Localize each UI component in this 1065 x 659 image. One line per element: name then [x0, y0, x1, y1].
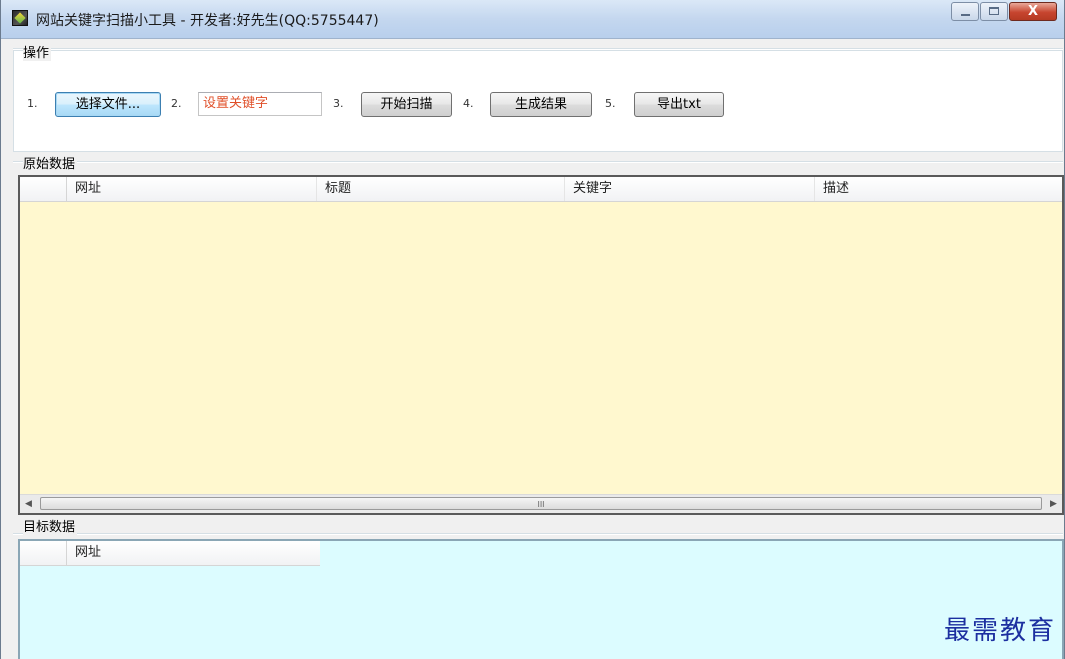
generate-result-button[interactable]: 生成结果: [490, 92, 592, 117]
target-group-border: [13, 533, 1063, 535]
source-grid-horizontal-scrollbar[interactable]: ◀ III ▶: [20, 494, 1062, 513]
app-icon: [12, 10, 28, 26]
step-number-2: 2.: [171, 97, 182, 110]
export-txt-button[interactable]: 导出txt: [634, 92, 724, 117]
column-header-url[interactable]: 网址: [67, 177, 317, 201]
step-number-5: 5.: [605, 97, 616, 110]
target-data-grid[interactable]: 网址: [18, 539, 1064, 659]
window-title: 网站关键字扫描小工具 - 开发者:好先生(QQ:5755447): [36, 13, 379, 29]
source-group-label: 原始数据: [23, 153, 78, 172]
watermark-text: 最需教育: [943, 616, 1056, 646]
scrollbar-thumb[interactable]: III: [40, 497, 1042, 510]
target-grid-body[interactable]: [20, 566, 1062, 659]
column-header-title[interactable]: 标题: [317, 177, 565, 201]
column-header-keywords[interactable]: 关键字: [565, 177, 815, 201]
keyword-input[interactable]: 设置关键字: [198, 92, 322, 116]
target-group-label: 目标数据: [23, 516, 78, 535]
step-number-4: 4.: [463, 97, 474, 110]
scroll-right-arrow-icon[interactable]: ▶: [1045, 495, 1062, 513]
start-scan-button[interactable]: 开始扫描: [361, 92, 452, 117]
title-bar[interactable]: 网站关键字扫描小工具 - 开发者:好先生(QQ:5755447) X: [1, 0, 1064, 39]
source-group-border: [13, 161, 1063, 163]
minimize-button[interactable]: [951, 2, 979, 21]
target-grid-empty-header-area: [320, 541, 1062, 566]
select-file-button[interactable]: 选择文件...: [55, 92, 161, 117]
step-number-1: 1.: [27, 97, 38, 110]
source-grid-row-header-corner: [20, 177, 67, 201]
scroll-left-arrow-icon[interactable]: ◀: [20, 495, 37, 513]
scrollbar-grip-icon: III: [537, 500, 545, 509]
source-grid-header: 网址 标题 关键字 描述: [20, 177, 1062, 202]
caption-buttons: X: [950, 2, 1057, 22]
app-window: 网站关键字扫描小工具 - 开发者:好先生(QQ:5755447) X 操作 1.…: [0, 0, 1065, 659]
source-grid-body[interactable]: [20, 202, 1062, 494]
close-button[interactable]: X: [1009, 2, 1057, 21]
target-column-header-url[interactable]: 网址: [67, 541, 318, 565]
column-header-description[interactable]: 描述: [815, 177, 1062, 201]
maximize-button[interactable]: [980, 2, 1008, 21]
source-data-grid[interactable]: 网址 标题 关键字 描述 ◀ III ▶: [18, 175, 1064, 515]
operations-group-label: 操作: [23, 42, 52, 61]
target-grid-header: 网址: [20, 541, 320, 566]
target-grid-row-header-corner: [20, 541, 67, 565]
step-number-3: 3.: [333, 97, 344, 110]
